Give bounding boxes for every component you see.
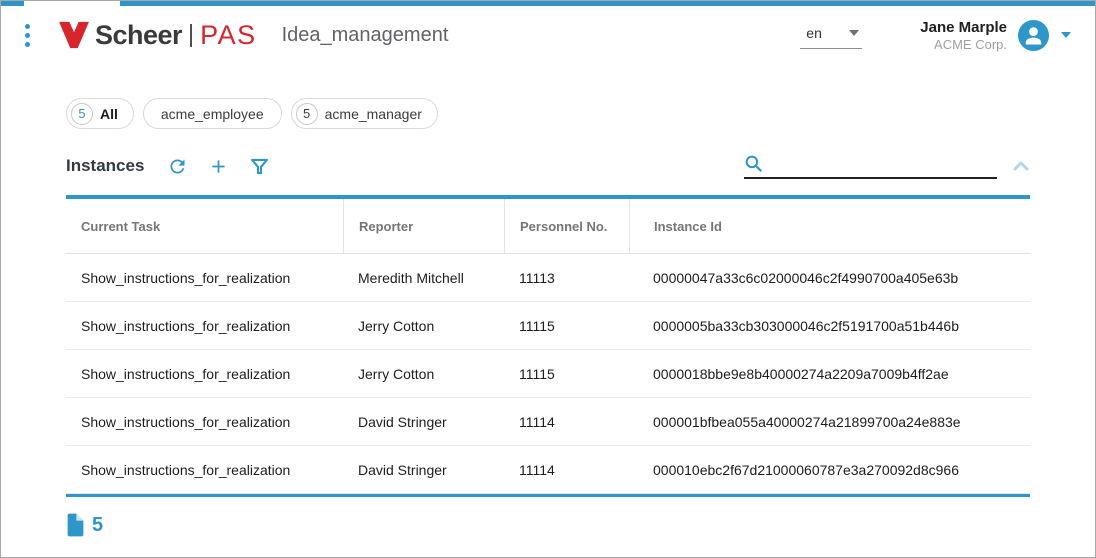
- record-count: 5: [92, 514, 103, 537]
- cell-current-task: Show_instructions_for_realization: [66, 318, 343, 334]
- chip-acme-employee[interactable]: acme_employee: [143, 98, 282, 129]
- search-input[interactable]: [770, 158, 997, 174]
- app-header: Scheer PAS Idea_management en Jane Marpl…: [1, 6, 1095, 64]
- logo-brand-text: Scheer: [95, 20, 182, 51]
- cell-personnel-no: 11114: [504, 414, 629, 430]
- user-text: Jane Marple ACME Corp.: [920, 19, 1007, 52]
- user-company: ACME Corp.: [920, 37, 1007, 52]
- instances-table: Current Task Reporter Personnel No. Inst…: [66, 195, 1030, 497]
- cell-personnel-no: 11113: [504, 270, 629, 286]
- app-window: Scheer PAS Idea_management en Jane Marpl…: [0, 0, 1096, 558]
- language-select[interactable]: en: [800, 22, 862, 49]
- table-row[interactable]: Show_instructions_for_realization Meredi…: [66, 254, 1030, 302]
- collapse-chevron-up-icon[interactable]: [1012, 159, 1030, 173]
- top-accent-bar: [1, 1, 1095, 6]
- logo-product-text: PAS: [200, 20, 257, 51]
- chip-all-label: All: [100, 106, 118, 122]
- document-icon: [65, 512, 86, 538]
- table-row[interactable]: Show_instructions_for_realization Jerry …: [66, 302, 1030, 350]
- chip-all-count: 5: [71, 103, 93, 125]
- cell-personnel-no: 11115: [504, 366, 629, 382]
- chip-acme-manager-label: acme_manager: [325, 106, 422, 122]
- cell-instance-id: 000001bfbea055a40000274a21899700a24e883e: [629, 414, 1030, 430]
- instances-toolbar: Instances: [66, 150, 1030, 182]
- cell-reporter: Meredith Mitchell: [343, 270, 504, 286]
- chip-all[interactable]: 5 All: [66, 98, 134, 129]
- user-menu-chevron-down-icon[interactable]: [1061, 32, 1071, 38]
- logo-separator: [190, 24, 192, 47]
- table-row[interactable]: Show_instructions_for_realization David …: [66, 446, 1030, 494]
- cell-instance-id: 00000047a33c6c02000046c2f4990700a405e63b: [629, 270, 1030, 286]
- user-block: Jane Marple ACME Corp.: [920, 19, 1071, 52]
- cell-instance-id: 0000005ba33cb303000046c2f5191700a51b446b: [629, 318, 1030, 334]
- cell-reporter: Jerry Cotton: [343, 318, 504, 334]
- chip-acme-employee-label: acme_employee: [161, 106, 264, 122]
- cell-current-task: Show_instructions_for_realization: [66, 366, 343, 382]
- table-footer: 5: [65, 512, 1095, 538]
- chip-acme-manager[interactable]: 5 acme_manager: [291, 98, 438, 129]
- header-right: en Jane Marple ACME Corp.: [800, 19, 1071, 52]
- cell-instance-id: 000010ebc2f67d21000060787e3a270092d8c966: [629, 462, 1030, 478]
- cell-instance-id: 0000018bbe9e8b40000274a2209a7009b4ff2ae: [629, 366, 1030, 382]
- language-dropdown-arrow-icon: [849, 30, 859, 36]
- cell-reporter: David Stringer: [343, 414, 504, 430]
- column-header-current-task: Current Task: [66, 199, 343, 253]
- column-header-reporter: Reporter: [343, 199, 504, 253]
- table-header-row: Current Task Reporter Personnel No. Inst…: [66, 199, 1030, 254]
- cell-personnel-no: 11114: [504, 462, 629, 478]
- instances-title: Instances: [66, 156, 144, 176]
- search-field: [744, 154, 997, 179]
- column-header-personnel-no: Personnel No.: [504, 199, 629, 253]
- top-bar-loading-gap: [24, 1, 120, 6]
- table-row[interactable]: Show_instructions_for_realization Jerry …: [66, 350, 1030, 398]
- page-title: Idea_management: [282, 24, 449, 47]
- cell-current-task: Show_instructions_for_realization: [66, 462, 343, 478]
- scheer-logo-icon: [58, 21, 90, 49]
- user-name: Jane Marple: [920, 19, 1007, 37]
- column-header-instance-id: Instance Id: [629, 199, 1030, 253]
- language-selected-value: en: [806, 25, 822, 41]
- table-row[interactable]: Show_instructions_for_realization David …: [66, 398, 1030, 446]
- scheer-pas-logo: Scheer PAS: [58, 20, 257, 51]
- cell-current-task: Show_instructions_for_realization: [66, 270, 343, 286]
- table-body: Show_instructions_for_realization Meredi…: [66, 254, 1030, 494]
- filter-icon[interactable]: [249, 156, 270, 177]
- cell-personnel-no: 11115: [504, 318, 629, 334]
- cell-current-task: Show_instructions_for_realization: [66, 414, 343, 430]
- refresh-icon[interactable]: [167, 156, 188, 177]
- search-icon: [744, 154, 764, 174]
- cell-reporter: David Stringer: [343, 462, 504, 478]
- cell-reporter: Jerry Cotton: [343, 366, 504, 382]
- kebab-menu-icon[interactable]: [15, 24, 39, 47]
- toolbar-icons: [167, 156, 270, 177]
- add-icon[interactable]: [208, 156, 229, 177]
- user-avatar-icon[interactable]: [1018, 20, 1049, 51]
- chip-acme-manager-count: 5: [296, 103, 318, 125]
- filter-chips: 5 All acme_employee 5 acme_manager: [66, 98, 1095, 129]
